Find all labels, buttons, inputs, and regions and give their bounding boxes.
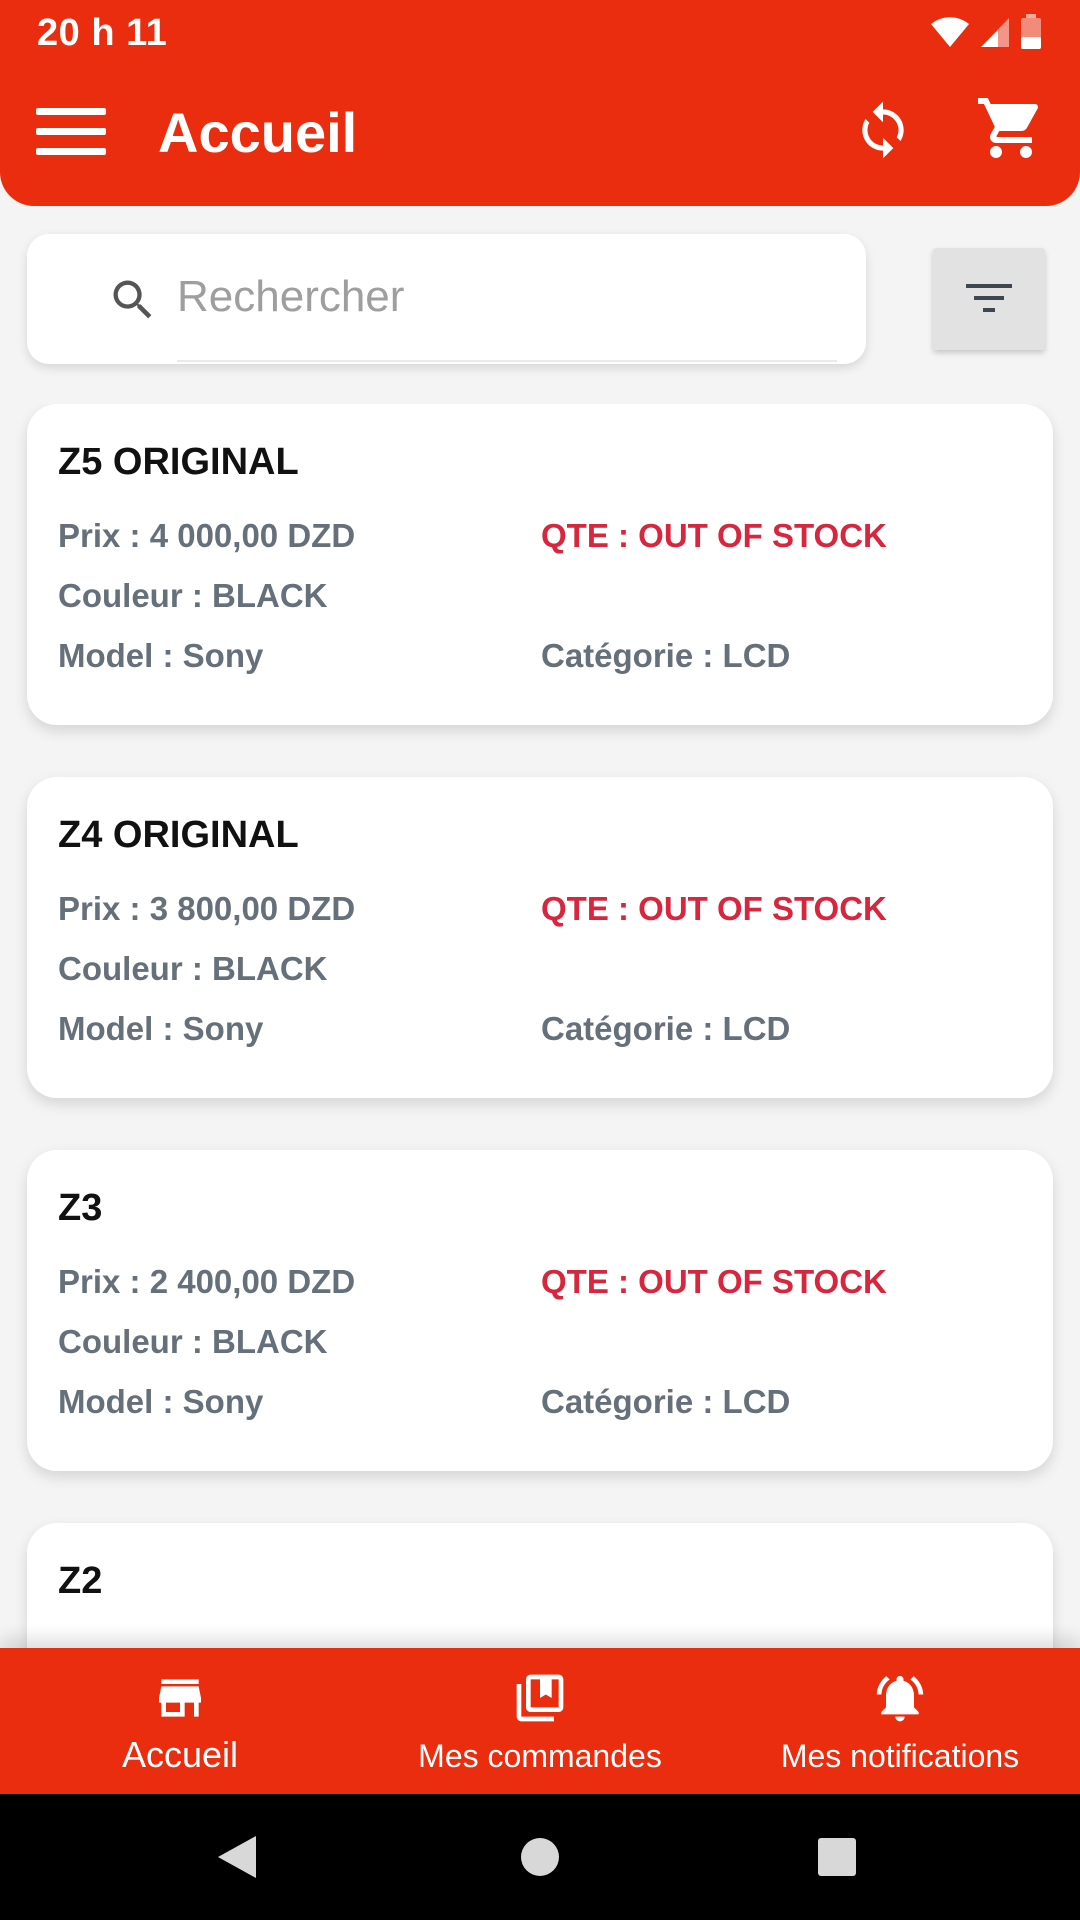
product-model: Model : Sony <box>58 637 264 674</box>
product-card[interactable]: Z3 Prix : 2 400,00 DZD QTE : OUT OF STOC… <box>27 1150 1053 1471</box>
nav-item-mes-commandes[interactable]: Mes commandes <box>360 1648 720 1794</box>
notification-bell-icon <box>876 1675 924 1722</box>
app-bar: 20 h 11 Accueil <box>0 0 1080 206</box>
search-bar <box>27 234 866 364</box>
nav-item-mes-notifications[interactable]: Mes notifications <box>720 1648 1080 1794</box>
system-navigation-bar <box>0 1794 1080 1920</box>
product-card[interactable]: Z4 ORIGINAL Prix : 3 800,00 DZD QTE : OU… <box>27 777 1053 1098</box>
product-list: Z5 ORIGINAL Prix : 4 000,00 DZD QTE : OU… <box>0 404 1080 1648</box>
status-time: 20 h 11 <box>37 12 168 54</box>
product-card[interactable]: Z2 <box>27 1523 1053 1648</box>
product-price: Prix : 2 400,00 DZD <box>58 1263 356 1300</box>
menu-icon <box>36 108 106 115</box>
battery-low-icon <box>1021 14 1041 49</box>
product-card[interactable]: Z5 ORIGINAL Prix : 4 000,00 DZD QTE : OU… <box>27 404 1053 725</box>
filter-button[interactable] <box>933 248 1045 350</box>
product-stock-status: QTE : OUT OF STOCK <box>541 517 887 554</box>
product-color: Couleur : BLACK <box>58 1323 328 1360</box>
search-input[interactable] <box>177 234 837 362</box>
shopping-cart-icon[interactable] <box>975 92 1047 164</box>
product-name: Z5 ORIGINAL <box>58 441 299 483</box>
product-stock-status: QTE : OUT OF STOCK <box>541 1263 887 1300</box>
product-model: Model : Sony <box>58 1010 264 1047</box>
recents-icon[interactable] <box>816 1836 858 1878</box>
status-icons <box>930 14 1042 50</box>
product-model: Model : Sony <box>58 1383 264 1420</box>
product-category: Catégorie : LCD <box>541 1383 791 1420</box>
product-color: Couleur : BLACK <box>58 577 328 614</box>
bottom-navigation: Accueil Mes commandes Mes notifications <box>0 1648 1080 1794</box>
nav-label: Mes commandes <box>418 1738 662 1774</box>
product-category: Catégorie : LCD <box>541 1010 791 1047</box>
signal-icon <box>981 18 1009 47</box>
product-stock-status: QTE : OUT OF STOCK <box>541 890 887 927</box>
search-icon <box>113 280 152 319</box>
app-screen: 20 h 11 Accueil Rechercher Z5 ORIGINAL P… <box>0 0 1080 1920</box>
product-name: Z2 <box>58 1560 103 1602</box>
product-color: Couleur : BLACK <box>58 950 328 987</box>
product-name: Z3 <box>58 1187 103 1229</box>
product-price: Prix : 4 000,00 DZD <box>58 517 356 554</box>
page-title: Accueil <box>158 101 358 164</box>
product-category: Catégorie : LCD <box>541 637 791 674</box>
nav-label: Mes notifications <box>780 1738 1020 1774</box>
product-price: Prix : 3 800,00 DZD <box>58 890 356 927</box>
store-icon <box>159 1679 201 1717</box>
wifi-icon <box>931 17 969 47</box>
back-icon[interactable] <box>216 1834 258 1880</box>
menu-button[interactable] <box>36 108 108 160</box>
nav-item-accueil[interactable]: Accueil <box>0 1648 360 1794</box>
orders-icon <box>516 1674 564 1722</box>
nav-label: Accueil <box>121 1734 239 1775</box>
filter-icon <box>966 284 1012 312</box>
product-name: Z4 ORIGINAL <box>58 814 299 856</box>
sync-icon[interactable] <box>852 94 914 166</box>
home-icon[interactable] <box>519 1836 561 1878</box>
